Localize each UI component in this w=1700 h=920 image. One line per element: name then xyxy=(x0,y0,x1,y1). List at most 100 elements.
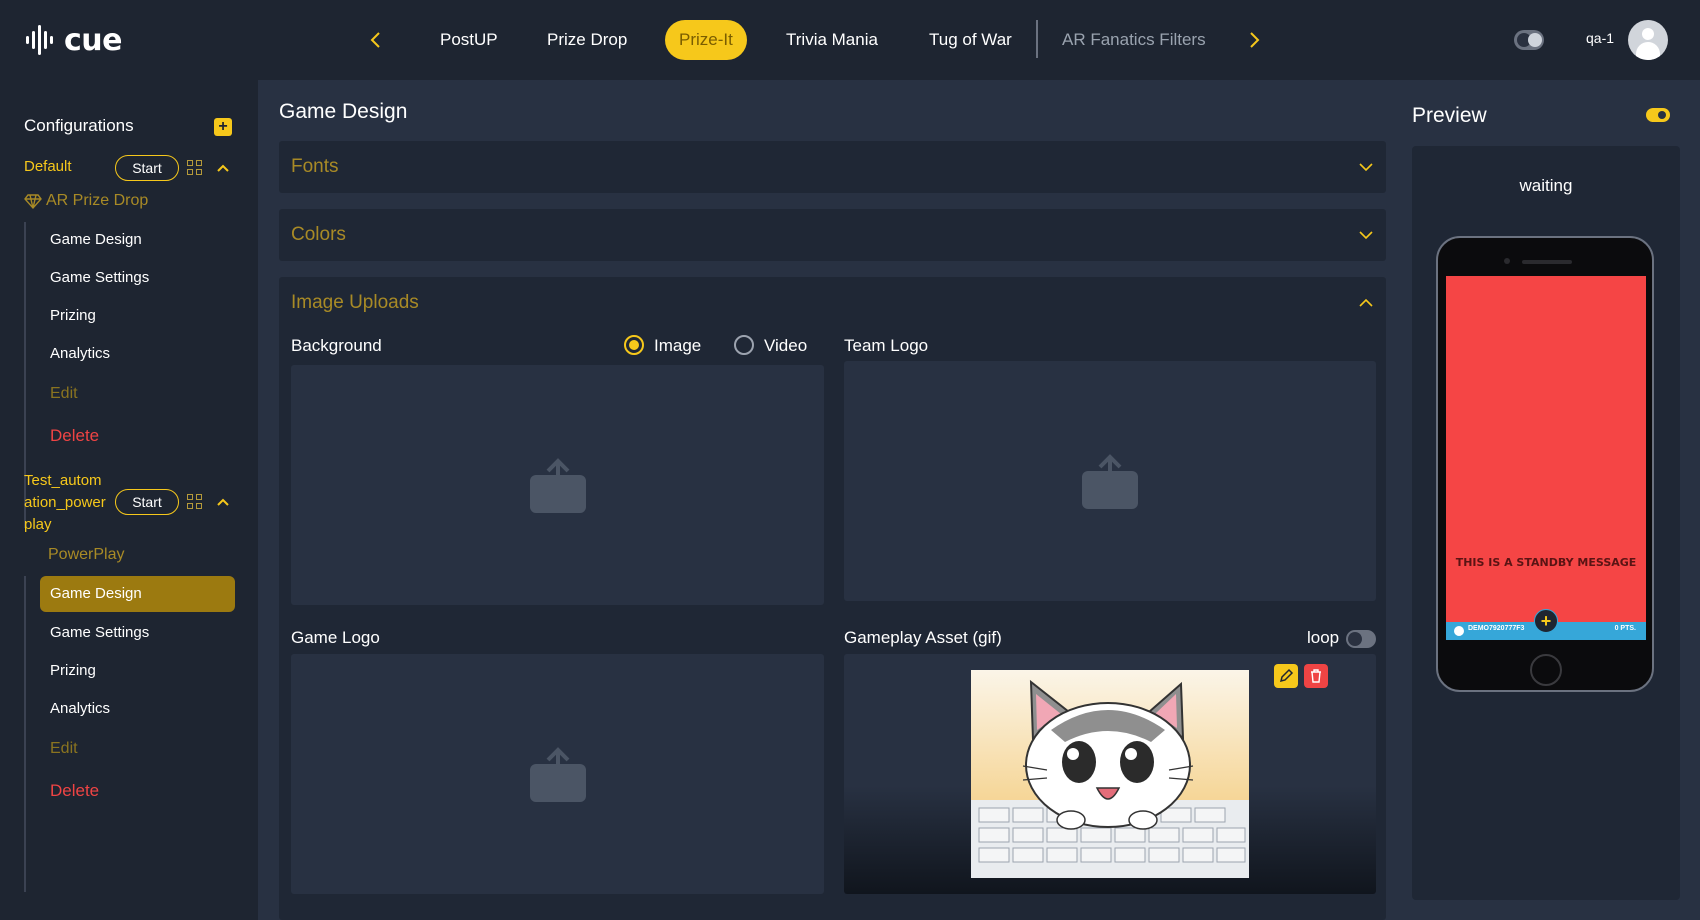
game-type-label: PowerPlay xyxy=(48,546,125,563)
pencil-icon xyxy=(1279,668,1294,683)
loop-toggle[interactable] xyxy=(1346,630,1376,648)
panel-title-colors: Colors xyxy=(291,224,346,245)
main-content: Game Design Fonts Colors Image Uploads B… xyxy=(258,80,1393,920)
sound-wave-icon xyxy=(26,25,53,55)
preview-card: waiting THIS IS A STANDBY MESSAGE DEMO79… xyxy=(1412,146,1680,900)
game-type-label: AR Prize Drop xyxy=(46,192,149,209)
sidebar: Configurations + Default Start AR Prize … xyxy=(0,80,258,920)
upload-icon xyxy=(1082,454,1138,509)
config-name-line: ation_power xyxy=(24,494,106,511)
config-name-default[interactable]: Default xyxy=(24,156,72,178)
user-name: qa-1 xyxy=(1586,30,1615,46)
avatar[interactable] xyxy=(1628,20,1668,60)
tab-trivia-mania[interactable]: Trivia Mania xyxy=(772,20,892,60)
edit-asset-button[interactable] xyxy=(1274,664,1298,688)
configurations-title: Configurations xyxy=(24,116,134,135)
team-logo-upload-dropzone[interactable] xyxy=(844,361,1376,601)
player-id: DEMO7920777F3 xyxy=(1468,625,1525,632)
chevron-right-icon xyxy=(1250,32,1260,48)
add-configuration-button[interactable]: + xyxy=(214,118,232,136)
sidebar-item-game-settings[interactable]: Game Settings xyxy=(40,260,235,296)
sidebar-item-edit[interactable]: Edit xyxy=(40,731,235,767)
chevron-up-icon[interactable] xyxy=(215,160,231,176)
start-button[interactable]: Start xyxy=(115,155,179,181)
tab-ar-fanatics-filters[interactable]: AR Fanatics Filters xyxy=(1048,20,1220,60)
diamond-icon xyxy=(24,194,42,210)
upload-icon xyxy=(529,747,586,802)
colors-panel[interactable]: Colors xyxy=(279,209,1386,261)
loop-label: loop xyxy=(1307,628,1340,647)
tab-prize-drop[interactable]: Prize Drop xyxy=(533,20,641,60)
sidebar-item-game-design[interactable]: Game Design xyxy=(40,576,235,612)
phone-speaker xyxy=(1522,260,1572,264)
gameplay-asset-preview xyxy=(844,654,1376,894)
tab-postup[interactable]: PostUP xyxy=(426,20,512,60)
game-logo-upload-dropzone[interactable] xyxy=(291,654,824,894)
fonts-panel[interactable]: Fonts xyxy=(279,141,1386,193)
preview-title: Preview xyxy=(1412,104,1487,127)
tab-prize-it[interactable]: Prize-It xyxy=(665,20,747,60)
nav-prev-button[interactable] xyxy=(362,26,390,54)
qr-code-icon[interactable] xyxy=(187,494,203,510)
tree-line xyxy=(24,576,26,892)
sidebar-item-edit[interactable]: Edit xyxy=(40,376,235,412)
preview-status: waiting xyxy=(1519,176,1573,195)
start-button[interactable]: Start xyxy=(115,489,179,515)
chevron-down-icon[interactable] xyxy=(1358,227,1374,243)
sidebar-item-prizing[interactable]: Prizing xyxy=(40,653,235,689)
avatar-body xyxy=(1636,42,1660,60)
chevron-up-icon[interactable] xyxy=(215,494,231,510)
sidebar-item-delete[interactable]: Delete xyxy=(40,773,235,809)
delete-asset-button[interactable] xyxy=(1304,664,1328,688)
plus-button[interactable]: + xyxy=(1534,609,1558,633)
game-logo-label: Game Logo xyxy=(291,628,380,647)
chevron-down-icon[interactable] xyxy=(1358,159,1374,175)
nav-next-button[interactable] xyxy=(1240,26,1268,54)
phone-home-button xyxy=(1530,654,1562,686)
radio-image-label[interactable]: Image xyxy=(654,336,701,356)
avatar-head xyxy=(1642,28,1654,40)
game-type-ar-prize-drop: AR Prize Drop xyxy=(24,192,148,210)
team-logo-label: Team Logo xyxy=(844,336,929,355)
info-icon xyxy=(1454,626,1464,636)
top-navigation: cue PostUP Prize Drop Prize-It Trivia Ma… xyxy=(0,0,1700,80)
player-points: 0 PTS. xyxy=(1614,625,1636,632)
preview-toggle[interactable] xyxy=(1646,108,1670,122)
gameplay-asset-label: Gameplay Asset (gif) xyxy=(844,628,1002,647)
config-name-test-automation[interactable]: Test_autom ation_power play xyxy=(24,470,106,536)
upload-icon xyxy=(529,458,586,513)
config-name-line: play xyxy=(24,516,52,533)
radio-video[interactable] xyxy=(734,335,754,355)
nav-divider xyxy=(1036,20,1038,58)
preview-pane: Preview waiting THIS IS A STANDBY MESSAG… xyxy=(1388,80,1700,920)
chevron-left-icon xyxy=(370,32,380,48)
gameplay-gif-image xyxy=(971,670,1249,878)
phone-mockup: THIS IS A STANDBY MESSAGE DEMO7920777F3 … xyxy=(1436,236,1654,692)
sidebar-item-delete[interactable]: Delete xyxy=(40,418,235,454)
background-label: Background xyxy=(291,336,382,355)
background-upload-dropzone[interactable] xyxy=(291,365,824,605)
tab-tug-of-war[interactable]: Tug of War xyxy=(915,20,1026,60)
phone-screen: THIS IS A STANDBY MESSAGE DEMO7920777F3 … xyxy=(1446,276,1646,640)
sidebar-item-analytics[interactable]: Analytics xyxy=(40,691,235,727)
trash-icon xyxy=(1311,669,1321,683)
page-title: Game Design xyxy=(279,100,408,123)
panel-title-fonts: Fonts xyxy=(291,156,339,177)
radio-video-label[interactable]: Video xyxy=(764,336,807,356)
theme-toggle[interactable] xyxy=(1514,30,1544,50)
config-name-line: Test_autom xyxy=(24,472,102,489)
sidebar-item-game-settings[interactable]: Game Settings xyxy=(40,615,235,651)
sidebar-item-game-design[interactable]: Game Design xyxy=(40,222,235,258)
radio-image[interactable] xyxy=(624,335,644,355)
sidebar-item-prizing[interactable]: Prizing xyxy=(40,298,235,334)
image-uploads-panel: Image Uploads Background Image Video Tea… xyxy=(279,277,1386,920)
cue-logo[interactable]: cue xyxy=(24,20,123,60)
qr-code-icon[interactable] xyxy=(187,160,203,176)
standby-message: THIS IS A STANDBY MESSAGE xyxy=(1455,556,1637,569)
logo-text: cue xyxy=(64,22,123,58)
phone-camera xyxy=(1504,258,1510,264)
panel-title-image-uploads[interactable]: Image Uploads xyxy=(291,292,419,314)
sidebar-item-analytics[interactable]: Analytics xyxy=(40,336,235,372)
game-type-powerplay: PowerPlay xyxy=(48,546,124,564)
chevron-up-icon[interactable] xyxy=(1358,295,1374,311)
